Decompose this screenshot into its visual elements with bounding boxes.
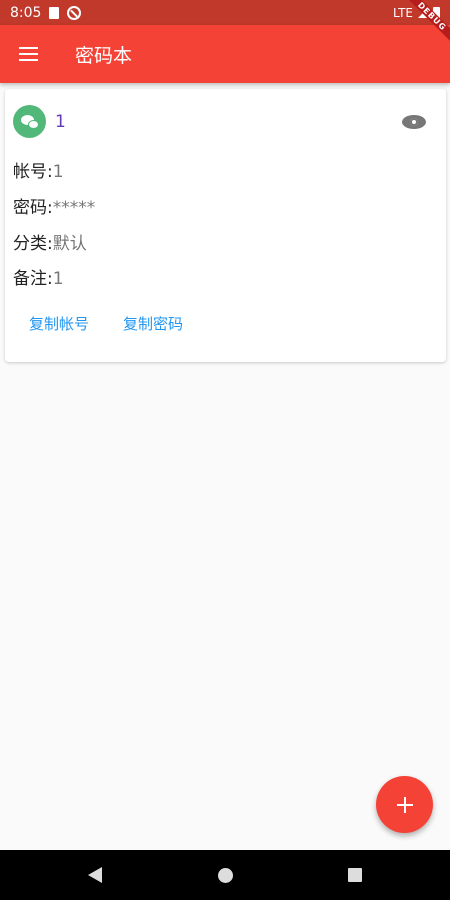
debug-label: DEBUG <box>400 0 450 48</box>
app-title: 密码本 <box>75 44 133 67</box>
app-bar: 密码本 <box>0 25 450 83</box>
copy-account-button[interactable]: 复制帐号 <box>19 309 99 338</box>
category-value: 默认 <box>52 234 87 254</box>
note-label: 备注: <box>13 269 53 289</box>
add-entry-button[interactable] <box>376 776 433 833</box>
note-value: 1 <box>52 269 64 289</box>
nav-home-button[interactable] <box>160 850 290 900</box>
status-left: 8:05 <box>10 4 82 21</box>
password-label: 密码: <box>13 198 53 218</box>
back-icon <box>88 867 102 883</box>
entry-title: 1 <box>55 111 66 132</box>
password-entry-card[interactable]: 1 帐号:1 密码:***** 分类:默认 备注:1 复制帐号 复制密码 <box>5 89 446 362</box>
account-row: 帐号:1 <box>13 157 64 182</box>
password-row: 密码:***** <box>13 193 95 218</box>
wechat-icon <box>13 105 46 138</box>
copy-password-button[interactable]: 复制密码 <box>113 309 193 338</box>
debug-banner: DEBUG <box>390 0 450 60</box>
recents-icon <box>348 868 362 882</box>
system-nav-bar <box>0 850 450 900</box>
nav-back-button[interactable] <box>30 850 160 900</box>
status-time: 8:05 <box>10 4 42 21</box>
account-value: 1 <box>52 162 64 182</box>
account-label: 帐号: <box>13 162 53 182</box>
category-row: 分类:默认 <box>13 229 87 254</box>
menu-icon[interactable] <box>0 25 56 83</box>
nav-recents-button[interactable] <box>290 850 420 900</box>
sd-card-icon <box>49 6 60 19</box>
card-actions: 复制帐号 复制密码 <box>19 309 193 338</box>
password-value: ***** <box>52 198 96 218</box>
do-not-disturb-icon <box>67 5 82 20</box>
home-icon <box>217 867 233 883</box>
category-label: 分类: <box>13 234 53 254</box>
eye-icon[interactable] <box>402 114 426 129</box>
card-header: 1 <box>13 105 438 138</box>
plus-icon <box>396 796 413 813</box>
note-row: 备注:1 <box>13 264 64 289</box>
status-bar: 8:05 LTE <box>0 0 450 25</box>
